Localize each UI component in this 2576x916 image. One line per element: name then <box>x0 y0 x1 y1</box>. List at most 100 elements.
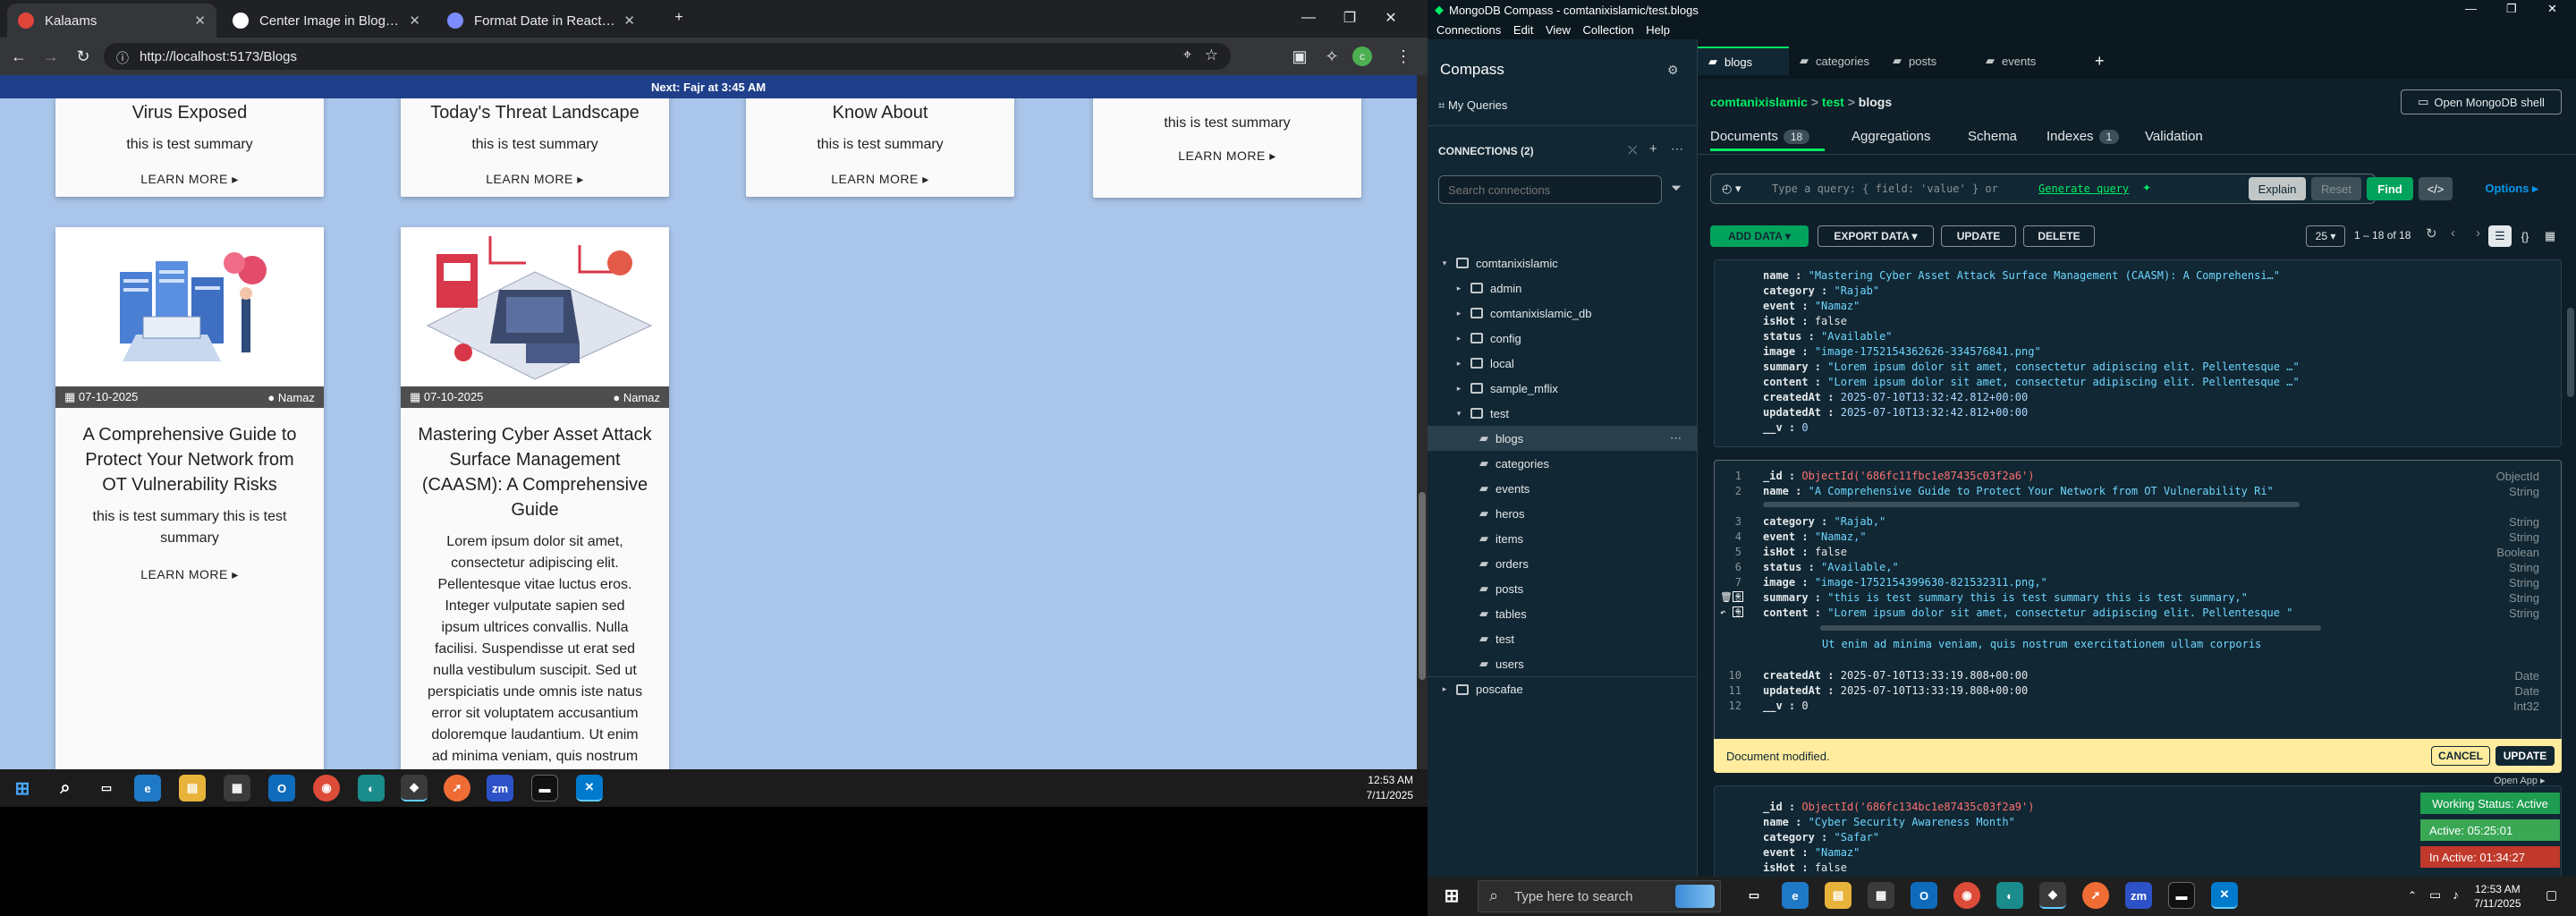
field-value[interactable]: ObjectId('686fc11fbc1e87435c03f2a6') <box>1801 470 2034 482</box>
tab-blogs[interactable]: ▰ blogs <box>1698 47 1789 75</box>
outlook-icon[interactable]: O <box>1911 882 1937 909</box>
menu-collection[interactable]: Collection <box>1574 20 1634 37</box>
network-icon[interactable]: ▭ <box>2429 887 2441 903</box>
delete-button[interactable]: DELETE <box>2023 225 2095 247</box>
blog-card[interactable]: Know About this is test summary LEARN MO… <box>746 98 1014 197</box>
document-field[interactable]: 10 createdAt : 2025-07-10T13:33:19.808+0… <box>1715 669 2563 684</box>
menu-connections[interactable]: Connections <box>1428 20 1501 37</box>
field-value[interactable]: 2025-07-10T13:33:19.808+00:00 <box>1841 669 2029 682</box>
reload-icon[interactable]: ↻ <box>72 45 95 68</box>
chevron-icon[interactable]: ▸ <box>1453 334 1465 344</box>
address-bar[interactable]: ⓘ http://localhost:5173/Blogs ⌖ ☆ <box>104 43 1231 70</box>
copilot-icon[interactable]: ◐ <box>1996 882 2023 909</box>
generate-query-link[interactable]: Generate query <box>2038 182 2129 195</box>
blog-card[interactable]: ▦ 07-10-2025 ● Namaz A Comprehensive Gui… <box>55 227 324 769</box>
profile-avatar-icon[interactable]: c <box>1352 47 1372 66</box>
taskbar-clock[interactable]: 12:53 AM 7/11/2025 <box>2474 882 2521 911</box>
field-value[interactable]: false <box>1815 546 1847 558</box>
close-icon[interactable]: ✕ <box>623 13 635 29</box>
more-options-icon[interactable]: ⋯ <box>1670 431 1682 445</box>
horizontal-scrollbar[interactable] <box>1763 502 2300 507</box>
tree-collection[interactable]: ▰ test <box>1428 626 1698 651</box>
tree-database[interactable]: ▸ local <box>1428 351 1698 376</box>
breadcrumb-cluster[interactable]: comtanixislamic <box>1710 95 1808 109</box>
subtab-documents[interactable]: Documents 18 <box>1710 129 1810 144</box>
tab-posts[interactable]: ▰ posts <box>1882 47 1973 75</box>
document-card[interactable]: name : "Mastering Cyber Asset Attack Sur… <box>1714 259 2562 447</box>
new-tab-plus-icon[interactable]: + <box>2095 52 2105 71</box>
find-button[interactable]: Find <box>2367 177 2413 200</box>
code-toggle-icon[interactable]: </> <box>2419 177 2453 200</box>
learn-more-link[interactable]: LEARN MORE ▸ <box>55 567 324 582</box>
vscode-icon[interactable]: ✕ <box>2211 882 2238 909</box>
field-value[interactable]: "A Comprehensive Guide to Protect Your N… <box>1809 485 2274 497</box>
bookmark-star-icon[interactable]: ☆ <box>1205 47 1218 64</box>
file-explorer-icon[interactable]: ▤ <box>1825 882 1852 909</box>
kebab-menu-icon[interactable]: ⋮ <box>1392 45 1415 68</box>
store-icon[interactable]: ▦ <box>1868 882 1894 909</box>
edge-icon[interactable]: e <box>1782 882 1809 909</box>
chevron-icon[interactable]: ▾ <box>1453 409 1465 419</box>
menu-help[interactable]: Help <box>1637 20 1670 37</box>
outlook-icon[interactable]: O <box>268 775 295 802</box>
add-field-plus-icon[interactable]: + <box>1733 606 1743 617</box>
delete-field-icon[interactable]: 🗑 <box>1720 591 1733 603</box>
field-value[interactable]: 2025-07-10T13:33:19.808+00:00 <box>1841 684 2029 697</box>
refresh-icon[interactable]: ↻ <box>2426 225 2437 242</box>
vscode-icon[interactable]: ✕ <box>576 775 603 802</box>
new-tab-plus-icon[interactable]: + <box>664 0 694 36</box>
browser-tab-center-image[interactable]: Center Image in BlogCard ✕ <box>222 4 431 38</box>
chevron-icon[interactable]: ▸ <box>1453 359 1465 369</box>
tree-collection[interactable]: ▰ blogs ⋯ <box>1428 426 1698 451</box>
minimize-icon[interactable]: — <box>2465 2 2477 15</box>
field-value[interactable]: "this is test summary this is test summa… <box>1827 591 2248 604</box>
update-document-button[interactable]: UPDATE <box>2496 746 2555 766</box>
tree-cluster[interactable]: ▸ poscafae <box>1428 676 1698 701</box>
edge-icon[interactable]: e <box>134 775 161 802</box>
notifications-icon[interactable]: ▢ <box>2546 887 2557 903</box>
taskbar-clock[interactable]: 12:53 AM 7/11/2025 <box>1367 773 1414 803</box>
chevron-icon[interactable]: ▸ <box>1453 284 1465 293</box>
open-shell-button[interactable]: ▭ Open MongoDB shell <box>2401 89 2562 114</box>
blog-card[interactable]: this is test summary LEARN MORE ▸ <box>1093 98 1361 198</box>
file-explorer-icon[interactable]: ▤ <box>179 775 206 802</box>
search-icon[interactable]: ⌕ <box>52 775 79 802</box>
taskbar-search-box[interactable]: ⌕ Type here to search <box>1478 880 1721 912</box>
document-field[interactable]: 4 event : "Namaz," String <box>1715 530 2563 546</box>
field-value[interactable]: Ut enim ad minima veniam, quis nostrum e… <box>1822 638 2261 650</box>
document-field[interactable]: 9 content : "Lorem ipsum dolor sit amet,… <box>1715 606 2563 622</box>
task-view-icon[interactable]: ▭ <box>93 775 120 802</box>
tray-chevron-icon[interactable]: ⌃ <box>2408 889 2417 902</box>
chevron-icon[interactable]: ▸ <box>1438 684 1451 694</box>
table-view-icon[interactable]: ▦ <box>2538 225 2562 247</box>
learn-more-link[interactable]: LEARN MORE ▸ <box>401 172 669 187</box>
document-field[interactable]: 12 __v : 0 Int32 <box>1715 700 2563 715</box>
documents-scrollbar-thumb[interactable] <box>2567 308 2574 397</box>
add-data-button[interactable]: ADD DATA ▾ <box>1710 225 1809 247</box>
menu-edit[interactable]: Edit <box>1504 20 1533 37</box>
tree-collection[interactable]: ▰ posts <box>1428 576 1698 601</box>
horizontal-scrollbar[interactable] <box>1820 625 2321 631</box>
chevron-icon[interactable]: ▸ <box>1453 384 1465 394</box>
tree-collection[interactable]: ▰ orders <box>1428 551 1698 576</box>
subtab-validation[interactable]: Validation <box>2145 129 2203 144</box>
prev-page-icon[interactable]: ‹ <box>2451 225 2455 241</box>
copilot-icon[interactable]: ◐ <box>358 775 385 802</box>
window-close-icon[interactable]: ✕ <box>1370 0 1411 36</box>
mongodb-compass-icon[interactable]: ◆ <box>2039 882 2066 909</box>
terminal-icon[interactable]: ▬ <box>2168 882 2195 909</box>
postman-icon[interactable]: ➚ <box>2082 882 2109 909</box>
close-icon[interactable]: ✕ <box>409 13 420 29</box>
filter-funnel-icon[interactable]: ⏷ <box>1671 181 1682 196</box>
breadcrumb-db[interactable]: test <box>1822 95 1844 109</box>
search-connections-input[interactable] <box>1438 175 1662 204</box>
document-card-editing[interactable]: 1 _id : ObjectId('686fc11fbc1e87435c03f2… <box>1714 460 2562 766</box>
learn-more-link[interactable]: LEARN MORE ▸ <box>1093 148 1361 164</box>
chevron-icon[interactable]: ▾ <box>1438 259 1451 268</box>
document-field[interactable]: 5 isHot : false Boolean <box>1715 546 2563 561</box>
document-field[interactable]: 2 name : "A Comprehensive Guide to Prote… <box>1715 485 2563 500</box>
revert-icon[interactable]: ↶ <box>1720 606 1726 618</box>
tree-database[interactable]: ▸ comtanixislamic_db <box>1428 301 1698 326</box>
forward-arrow-icon[interactable]: → <box>39 45 63 68</box>
chevron-icon[interactable]: ▸ <box>1453 309 1465 318</box>
